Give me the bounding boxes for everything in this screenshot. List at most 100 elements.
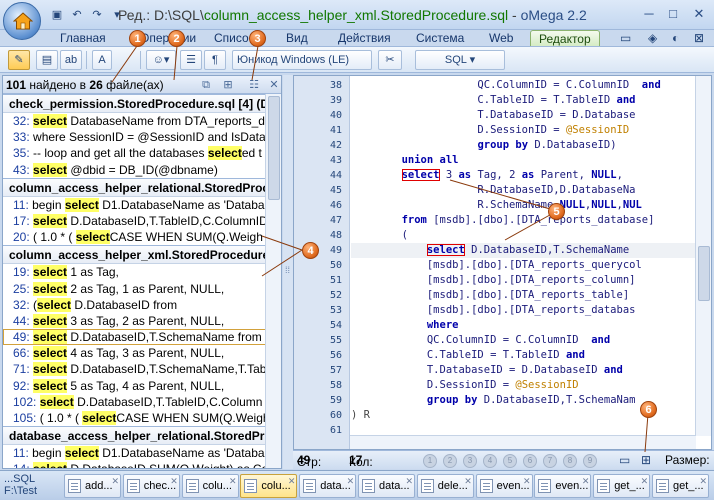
code-line[interactable]: ( [351, 228, 408, 243]
result-hit[interactable]: 32: select DatabaseName from DTA_reports… [3, 113, 281, 129]
code-line[interactable]: D.SessionID = @SessionID [351, 123, 629, 138]
close-tab-icon[interactable]: ✕ [582, 475, 590, 492]
format-icon[interactable]: A [92, 50, 112, 70]
bookmark-button[interactable]: 6 [523, 454, 537, 468]
bookmark-button[interactable]: 5 [503, 454, 517, 468]
code-line[interactable]: QC.ColumnID = C.ColumnID and [351, 78, 660, 93]
result-hit[interactable]: 32: (select D.DatabaseID from [3, 297, 281, 313]
pilcrow-icon[interactable]: ¶ [204, 50, 226, 70]
edit-mode-button[interactable]: ✎ [8, 50, 30, 70]
bookmark-button[interactable]: 2 [443, 454, 457, 468]
tab-web[interactable]: Web [489, 30, 513, 46]
code-line[interactable]: [msdb].[dbo].[DTA_reports_databas [351, 303, 636, 318]
result-hit[interactable]: 43: select @dbid = DB_ID(@dbname) [3, 162, 281, 178]
close-tab-icon[interactable]: ✕ [523, 475, 531, 492]
session-label[interactable]: ...SQL F:\Test [4, 473, 37, 497]
tools-icon[interactable]: ✂ [378, 50, 402, 70]
editor-vertical-scrollbar[interactable] [695, 76, 711, 436]
close-button[interactable]: ✕ [690, 6, 708, 24]
document-tab[interactable]: add... ✕ [64, 474, 121, 498]
editor-horizontal-scrollbar[interactable] [350, 435, 696, 449]
result-hit[interactable]: 102: select D.DatabaseID,T.TableID,C.Col… [3, 394, 281, 410]
replace-icon[interactable]: ab [60, 50, 82, 70]
window-icon[interactable]: ▣ [48, 6, 66, 24]
result-hit[interactable]: 92: select 5 as Tag, 4 as Parent, NULL, [3, 378, 281, 394]
code-line[interactable]: R.DatabaseID,D.DatabaseNa [351, 183, 635, 198]
find-icon[interactable]: ▤ [36, 50, 58, 70]
app-menu-button[interactable] [3, 2, 41, 40]
code-line[interactable]: where [351, 318, 459, 333]
result-hit[interactable]: 11: begin select D1.DatabaseName as 'Dat… [3, 197, 281, 213]
code-line[interactable]: group by D.DatabaseID,T.SchemaNam [351, 393, 636, 408]
result-hit[interactable]: 25: select 2 as Tag, 1 as Parent, NULL, [3, 281, 281, 297]
results-group-title[interactable]: column_access_helper_relational.StoredPr… [3, 178, 281, 197]
document-tab[interactable]: chec... ✕ [122, 474, 180, 498]
tab-system[interactable]: Система [416, 30, 464, 46]
result-hit[interactable]: 20: ( 1.0 * ( selectCASE WHEN SUM(Q.Weig… [3, 229, 281, 245]
encoding-select[interactable]: Юникод Windows (LE) [232, 50, 372, 70]
code-line[interactable]: T.DatabaseID = D.DatabaseID and [351, 363, 623, 378]
code-line[interactable]: QC.ColumnID = C.ColumnID and [351, 333, 610, 348]
result-hit[interactable]: 105: ( 1.0 * ( selectCASE WHEN SUM(Q.Wei… [3, 410, 281, 426]
document-tab[interactable]: data... ✕ [299, 474, 357, 498]
close-tab-icon[interactable]: ✕ [170, 475, 178, 492]
result-hit[interactable]: 35: -- loop and get all the databases se… [3, 145, 281, 161]
code-line[interactable]: [msdb].[dbo].[DTA_reports_column] [351, 273, 636, 288]
document-tab[interactable]: colu... ✕ [240, 474, 298, 498]
result-hit[interactable]: 17: select D.DatabaseID,T.TableID,C.Colu… [3, 213, 281, 229]
results-group-title[interactable]: check_permission.StoredProcedure.sql [4]… [3, 95, 281, 113]
code-line[interactable]: ) R [351, 408, 370, 423]
results-group-title[interactable]: database_access_helper_relational.Stored… [3, 427, 281, 446]
redo-icon[interactable]: ↷ [88, 6, 106, 24]
result-hit[interactable]: 44: select 3 as Tag, 2 as Parent, NULL, [3, 313, 281, 329]
results-scrollbar[interactable] [265, 94, 281, 468]
copy-icon[interactable]: ⧉ [199, 78, 213, 92]
result-hit[interactable]: 71: select D.DatabaseID,T.SchemaName,T.T… [3, 361, 281, 377]
document-tab[interactable]: colu... ✕ [181, 474, 239, 498]
bookmark-button[interactable]: 1 [423, 454, 437, 468]
code-line[interactable]: R.SchemaName,NULL,NULL,NUL [351, 198, 641, 213]
syntax-select[interactable]: SQL ▾ [415, 50, 505, 70]
structure-icon[interactable]: ⊞ [641, 453, 651, 467]
code-editor[interactable]: 38 39 40 41 42 43 44 45 46 47 48 49 50 51 52 53 54 55 56 57… [293, 75, 712, 450]
smiley-dropdown-icon[interactable]: ☺▾ [146, 50, 176, 70]
expand-icon[interactable]: ⊞ [221, 78, 235, 92]
list-dropdown-icon[interactable]: ☰ [180, 50, 202, 70]
tab-lists[interactable]: Списо [214, 30, 249, 46]
code-line[interactable]: union all [351, 153, 459, 168]
bookmark-button[interactable]: 4 [483, 454, 497, 468]
folder-icon[interactable]: ▭ [619, 453, 630, 467]
result-hit[interactable]: 19: select 1 as Tag, [3, 264, 281, 280]
scrollbar-thumb[interactable] [268, 96, 280, 200]
exit-icon[interactable]: ⊠ [694, 30, 704, 46]
code-line[interactable]: C.TableID = T.TableID and [351, 348, 585, 363]
bookmark-button[interactable]: 9 [583, 454, 597, 468]
close-tab-icon[interactable]: ✕ [229, 475, 237, 492]
tab-editor[interactable]: Редактор [530, 30, 600, 46]
close-tab-icon[interactable]: ✕ [641, 475, 649, 492]
code-line[interactable]: select 3 as Tag, 2 as Parent, NULL, [351, 168, 623, 183]
code-line[interactable]: T.DatabaseID = D.Database [351, 108, 635, 123]
document-tab[interactable]: get_... ✕ [593, 474, 651, 498]
result-hit[interactable]: 49: select D.DatabaseID,T.SchemaName fro… [3, 329, 281, 346]
minimize-button[interactable]: ─ [640, 6, 658, 24]
result-hit[interactable]: 66: select 4 as Tag, 3 as Parent, NULL, [3, 345, 281, 361]
bookmark-button[interactable]: 7 [543, 454, 557, 468]
document-tab[interactable]: dele... ✕ [416, 474, 474, 498]
help-icon[interactable]: ◐ [672, 30, 679, 46]
pin-icon[interactable]: ◈ [648, 30, 657, 46]
results-group-title[interactable]: column_access_helper_xml.StoredProcedure… [3, 246, 281, 265]
new-tab-icon[interactable]: ▭ [620, 30, 631, 46]
tab-view[interactable]: Вид [286, 30, 308, 46]
code-line[interactable]: C.TableID = T.TableID and [351, 93, 635, 108]
splitter-grip-icon[interactable]: ⁞⁞ [285, 265, 290, 275]
close-tab-icon[interactable]: ✕ [111, 475, 119, 492]
document-tab[interactable]: even... ✕ [475, 474, 533, 498]
close-tab-icon[interactable]: ✕ [288, 475, 296, 492]
bookmark-button[interactable]: 3 [463, 454, 477, 468]
tab-actions[interactable]: Действия [338, 30, 391, 46]
code-line[interactable]: from [msdb].[dbo].[DTA_reports_database] [351, 213, 655, 228]
result-hit[interactable]: 14: select D.DatabaseID,SUM(Q.Weight) as… [3, 461, 281, 468]
code-line[interactable]: [msdb].[dbo].[DTA_reports_table] [351, 288, 629, 303]
undo-icon[interactable]: ↶ [68, 6, 86, 24]
